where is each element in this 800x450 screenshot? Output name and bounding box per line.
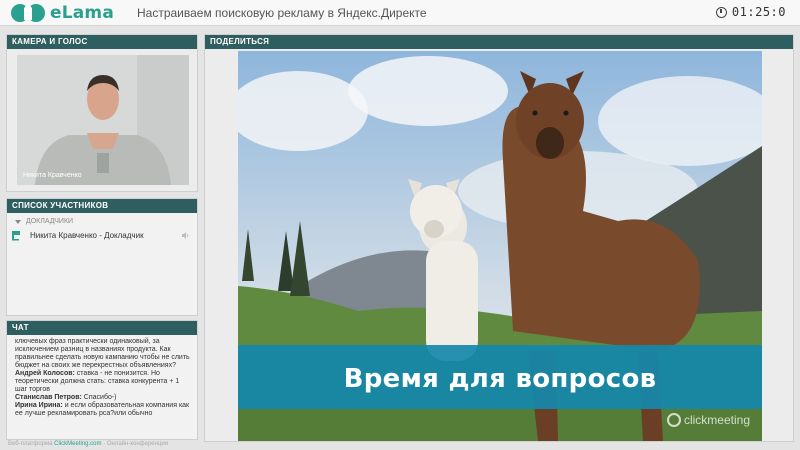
camera-panel: КАМЕРА И ГОЛОС Никита Кравченко: [6, 34, 198, 192]
presenters-group-label: ДОКЛАДЧИКИ: [26, 218, 74, 225]
clickmeeting-logo-icon: [666, 413, 681, 427]
clickmeeting-watermark: clickmeeting: [666, 413, 750, 427]
caret-down-icon: [15, 219, 21, 224]
chat-author: Станислав Петров:: [15, 394, 82, 401]
share-panel: ПОДЕЛИТЬСЯ Время для вопросов clickmeeti…: [204, 34, 794, 442]
meeting-title: Настраиваем поисковую рекламу в Яндекс.Д…: [137, 6, 427, 20]
presenter-video-frame: [17, 55, 189, 185]
clock-icon: [715, 6, 727, 18]
slide-caption: Время для вопросов: [238, 345, 762, 409]
presenter-name-label: Никита Кравченко: [23, 172, 82, 179]
top-bar: eLama Настраиваем поисковую рекламу в Ян…: [0, 0, 800, 26]
presenters-group-toggle[interactable]: ДОКЛАДЧИКИ: [15, 218, 197, 225]
watermark-text: clickmeeting: [683, 413, 750, 427]
chat-panel: ЧАТ ключевых фраз практически одинаковый…: [6, 320, 198, 440]
chat-author: Андрей Колосов:: [15, 370, 75, 377]
elama-logo[interactable]: eLama: [10, 2, 114, 24]
presenter-icon: [12, 230, 20, 240]
chat-messages[interactable]: ключевых фраз практически одинаковый, за…: [7, 335, 197, 439]
presenter-video[interactable]: Никита Кравченко: [17, 55, 189, 185]
speaker-icon[interactable]: [181, 231, 189, 240]
participants-panel: СПИСОК УЧАСТНИКОВ ДОКЛАДЧИКИ Никита Крав…: [6, 198, 198, 316]
participants-panel-title: СПИСОК УЧАСТНИКОВ: [7, 199, 197, 213]
footer-suffix: · Онлайн-конференции: [103, 441, 169, 447]
camera-panel-title: КАМЕРА И ГОЛОС: [7, 35, 197, 49]
logo-text: eLama: [50, 3, 115, 23]
llama-logo-icon: [10, 2, 46, 24]
chat-author: Ирина Ирина:: [15, 402, 63, 409]
footer-credits: Веб-платформа ClickMeeting.com · Онлайн-…: [8, 441, 168, 447]
participant-name: Никита Кравченко - Докладчик: [30, 230, 144, 240]
chat-message: Андрей Колосов: ставка - не понизится. Н…: [15, 370, 191, 394]
timer-value: 01:25:0: [731, 5, 786, 19]
footer-prefix: Веб-платформа: [8, 441, 53, 447]
session-timer: 01:25:0: [715, 5, 786, 19]
share-panel-title: ПОДЕЛИТЬСЯ: [205, 35, 793, 49]
chat-panel-title: ЧАТ: [7, 321, 197, 335]
chat-message: Ирина Ирина: и если образовательная комп…: [15, 402, 191, 418]
chat-text: ключевых фраз практически одинаковый, за…: [15, 338, 190, 369]
chat-text: Спасибо-): [81, 394, 117, 401]
presentation-slide: Время для вопросов clickmeeting: [238, 51, 762, 441]
participant-row[interactable]: Никита Кравченко - Докладчик: [11, 229, 193, 241]
chat-message: Станислав Петров: Спасибо-): [15, 394, 191, 402]
clickmeeting-link[interactable]: ClickMeeting.com: [54, 441, 101, 447]
chat-message: ключевых фраз практически одинаковый, за…: [15, 338, 191, 370]
